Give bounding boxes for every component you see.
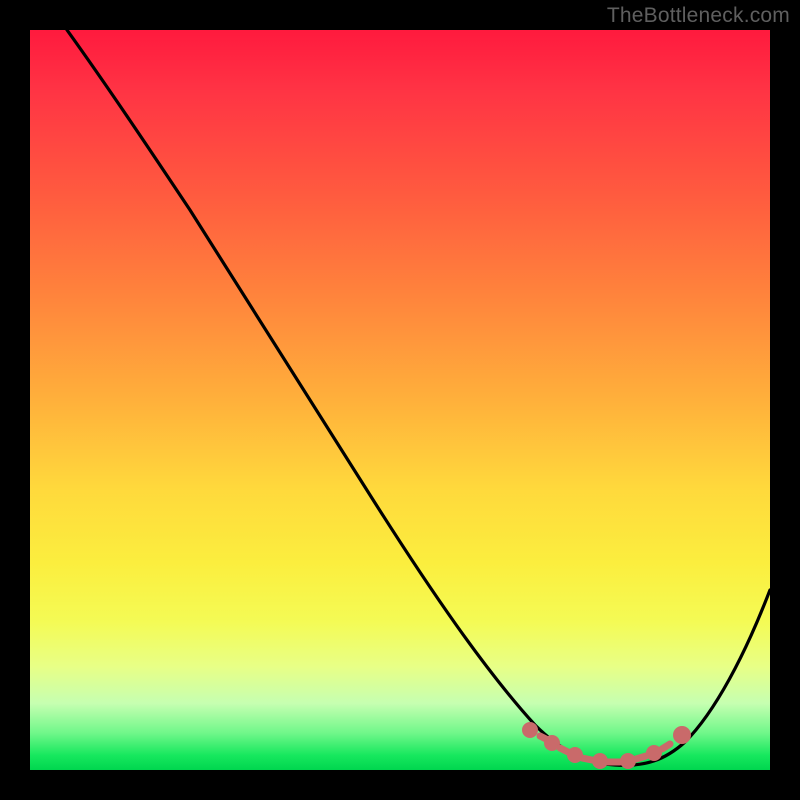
bottleneck-curve <box>67 30 770 765</box>
chart-frame: TheBottleneck.com <box>0 0 800 800</box>
curve-layer <box>30 30 770 770</box>
watermark-text: TheBottleneck.com <box>607 4 790 28</box>
bottleneck-flat-region <box>526 726 688 766</box>
plot-area <box>30 30 770 770</box>
